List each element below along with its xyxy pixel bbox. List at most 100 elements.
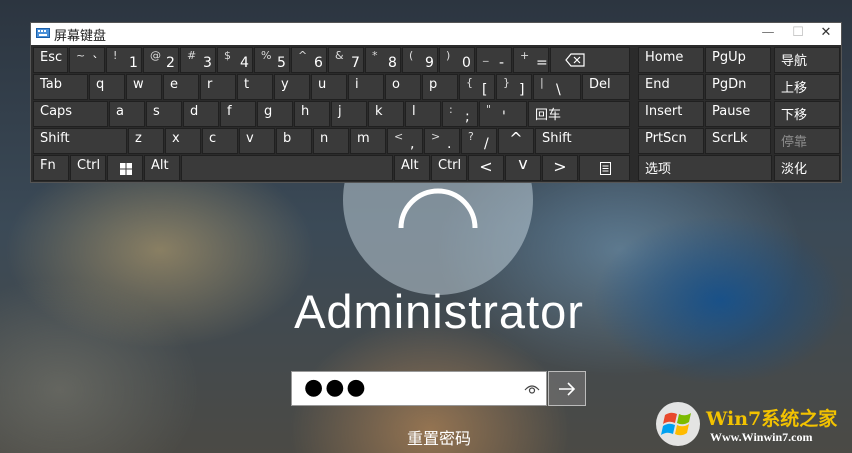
key-f[interactable]: f: [220, 101, 256, 127]
key-prtscn[interactable]: PrtScn: [638, 128, 704, 154]
close-button[interactable]: ✕: [811, 25, 841, 43]
key-pgup[interactable]: PgUp: [705, 47, 771, 73]
keyboard-icon: [36, 28, 50, 38]
watermark-logo: Win7系统之家 Www.Winwin7.com: [654, 400, 844, 450]
key-backslash[interactable]: | \: [533, 74, 581, 100]
key-alt-right[interactable]: Alt: [394, 155, 430, 181]
arrow-right-icon: [559, 381, 576, 396]
key-equals[interactable]: + =: [513, 47, 549, 73]
submit-arrow-button[interactable]: [548, 371, 586, 406]
key-move-up[interactable]: 上移: [774, 74, 840, 100]
context-menu-icon: [600, 162, 611, 175]
minimize-button[interactable]: —: [753, 25, 783, 43]
key-a[interactable]: a: [109, 101, 145, 127]
watermark-url: Www.Winwin7.com: [710, 430, 813, 444]
key-4[interactable]: $4: [217, 47, 253, 73]
key-backspace[interactable]: [550, 47, 630, 73]
osk-title: 屏幕键盘: [54, 29, 107, 44]
key-w[interactable]: w: [126, 74, 162, 100]
key-ctrl-left[interactable]: Ctrl: [70, 155, 106, 181]
key-6[interactable]: ^ 6: [291, 47, 327, 73]
key-quote[interactable]: " ': [479, 101, 527, 127]
maximize-button[interactable]: ☐: [783, 25, 813, 43]
key-0[interactable]: ) 0: [439, 47, 475, 73]
password-mask: ●●●: [304, 375, 368, 400]
key-enter[interactable]: 回车: [528, 101, 630, 127]
key-move-down[interactable]: 下移: [774, 101, 840, 127]
key-d[interactable]: d: [183, 101, 219, 127]
key-m[interactable]: m: [350, 128, 386, 154]
key-ctrl-right[interactable]: Ctrl: [431, 155, 467, 181]
key-1[interactable]: ! 1: [106, 47, 142, 73]
key-9[interactable]: (9: [402, 47, 438, 73]
key-windows[interactable]: [107, 155, 143, 181]
key-arrow-down[interactable]: v: [505, 155, 541, 181]
key-comma[interactable]: <,: [387, 128, 423, 154]
password-field[interactable]: ●●●: [291, 371, 547, 406]
key-backtick[interactable]: ~ `: [69, 47, 105, 73]
key-navigate[interactable]: 导航: [774, 47, 840, 73]
key-p[interactable]: p: [422, 74, 458, 100]
loading-spinner-icon: [398, 188, 478, 229]
key-arrow-left[interactable]: <: [468, 155, 504, 181]
key-slash[interactable]: ? /: [461, 128, 497, 154]
key-tab[interactable]: Tab: [33, 74, 88, 100]
key-semicolon[interactable]: :;: [442, 101, 478, 127]
key-5[interactable]: % 5: [254, 47, 290, 73]
key-shift-right[interactable]: Shift: [535, 128, 630, 154]
key-left-bracket[interactable]: {[: [459, 74, 495, 100]
key-menu[interactable]: [579, 155, 630, 181]
key-i[interactable]: i: [348, 74, 384, 100]
key-minus[interactable]: _ -: [476, 47, 512, 73]
key-right-bracket[interactable]: }]: [496, 74, 532, 100]
key-u[interactable]: u: [311, 74, 347, 100]
key-l[interactable]: l: [405, 101, 441, 127]
key-pause[interactable]: Pause: [705, 101, 771, 127]
key-o[interactable]: o: [385, 74, 421, 100]
key-k[interactable]: k: [368, 101, 404, 127]
key-fade[interactable]: 淡化: [774, 155, 840, 181]
key-period[interactable]: >.: [424, 128, 460, 154]
key-arrow-up[interactable]: ^: [498, 128, 534, 154]
key-options[interactable]: 选项: [638, 155, 772, 181]
key-alt-left[interactable]: Alt: [144, 155, 180, 181]
username-label: Administrator: [294, 285, 584, 338]
windows-flag-logo-icon: [656, 402, 700, 446]
key-h[interactable]: h: [294, 101, 330, 127]
key-b[interactable]: b: [276, 128, 312, 154]
key-s[interactable]: s: [146, 101, 182, 127]
key-c[interactable]: c: [202, 128, 238, 154]
key-q[interactable]: q: [89, 74, 125, 100]
key-j[interactable]: j: [331, 101, 367, 127]
key-fn[interactable]: Fn: [33, 155, 69, 181]
key-3[interactable]: #3: [180, 47, 216, 73]
key-e[interactable]: e: [163, 74, 199, 100]
key-shift-left[interactable]: Shift: [33, 128, 127, 154]
key-caps[interactable]: Caps: [33, 101, 108, 127]
key-insert[interactable]: Insert: [638, 101, 704, 127]
key-space[interactable]: [181, 155, 393, 181]
key-home[interactable]: Home: [638, 47, 704, 73]
key-del[interactable]: Del: [582, 74, 630, 100]
key-dock[interactable]: 停靠: [774, 128, 840, 154]
windows-logo-icon: [120, 163, 132, 175]
key-g[interactable]: g: [257, 101, 293, 127]
key-z[interactable]: z: [128, 128, 164, 154]
key-r[interactable]: r: [200, 74, 236, 100]
key-t[interactable]: t: [237, 74, 273, 100]
key-esc[interactable]: Esc: [33, 47, 68, 73]
backspace-icon: [565, 53, 585, 67]
key-scrlk[interactable]: ScrLk: [705, 128, 771, 154]
key-8[interactable]: * 8: [365, 47, 401, 73]
key-n[interactable]: n: [313, 128, 349, 154]
key-y[interactable]: y: [274, 74, 310, 100]
key-7[interactable]: & 7: [328, 47, 364, 73]
reveal-password-eye-icon[interactable]: [524, 381, 540, 397]
osk-titlebar[interactable]: 屏幕键盘 — ☐ ✕: [31, 23, 841, 45]
key-arrow-right[interactable]: >: [542, 155, 578, 181]
key-2[interactable]: @2: [143, 47, 179, 73]
key-v[interactable]: v: [239, 128, 275, 154]
key-end[interactable]: End: [638, 74, 704, 100]
key-x[interactable]: x: [165, 128, 201, 154]
key-pgdn[interactable]: PgDn: [705, 74, 771, 100]
